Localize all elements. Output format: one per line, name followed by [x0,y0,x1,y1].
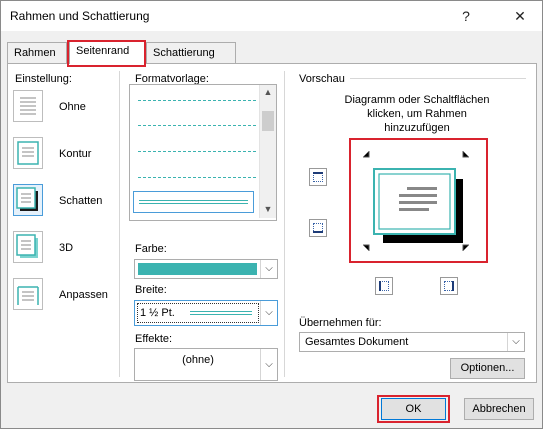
setting-kontur-icon[interactable] [13,137,43,169]
setting-anpassen-label[interactable]: Anpassen [59,289,108,301]
style-option[interactable] [138,151,256,152]
color-swatch [138,263,257,275]
close-icon[interactable]: ✕ [507,6,533,26]
tab-schattierung[interactable]: Schattierung [146,42,236,63]
setting-schatten-label[interactable]: Schatten [59,195,102,207]
tab-seitenrand[interactable]: Seitenrand [69,40,146,64]
width-value: 1 ½ Pt. [140,307,175,319]
preview-diagram[interactable] [351,139,487,263]
style-list[interactable]: ▲ ▼ [129,84,277,221]
effects-label: Effekte: [135,333,173,345]
scroll-up-icon[interactable]: ▲ [260,87,276,97]
chevron-down-icon[interactable]: ⌵ [260,260,277,278]
title-bar: Rahmen und Schattierung ? ✕ [1,1,542,31]
scroll-thumb[interactable] [262,111,274,131]
setting-3d-label[interactable]: 3D [59,242,73,254]
preview-instructions: Diagramm oder Schaltflächen klicken, um … [344,94,490,134]
top-border-icon[interactable] [309,168,327,186]
style-option-selected[interactable] [133,191,254,213]
dialog-title: Rahmen und Schattierung [10,9,150,23]
options-button[interactable]: Optionen... [450,358,525,379]
style-option[interactable] [138,125,256,126]
chevron-down-icon[interactable]: ⌵ [260,349,277,380]
scroll-down-icon[interactable]: ▼ [260,204,276,214]
effects-dropdown[interactable]: (ohne) ⌵ [134,348,278,381]
chevron-down-icon[interactable]: ⌵ [260,301,277,325]
width-dropdown[interactable]: 1 ½ Pt. ⌵ [134,300,278,326]
setting-schatten-icon[interactable] [13,184,43,216]
settings-heading: Einstellung: [15,73,72,85]
chevron-down-icon[interactable]: ⌵ [507,333,524,351]
right-border-icon[interactable] [440,277,458,295]
color-dropdown[interactable]: ⌵ [134,259,278,279]
preview-heading: Vorschau [299,73,345,85]
dialog-window: Rahmen und Schattierung ? ✕ Rahmen Seite… [0,0,543,429]
apply-value: Gesamtes Dokument [305,336,409,348]
left-border-icon[interactable] [375,277,393,295]
color-label: Farbe: [135,243,167,255]
setting-3d-icon[interactable] [13,231,43,263]
cancel-button[interactable]: Abbrechen [464,398,534,420]
setting-kontur-label[interactable]: Kontur [59,148,91,160]
tab-rahmen[interactable]: Rahmen [7,42,67,63]
apply-dropdown[interactable]: Gesamtes Dokument ⌵ [299,332,525,352]
style-option[interactable] [138,100,256,101]
setting-ohne-label[interactable]: Ohne [59,101,86,113]
apply-label: Übernehmen für: [299,317,382,329]
width-label: Breite: [135,284,167,296]
separator-right [284,71,285,377]
setting-ohne-icon[interactable] [13,90,43,122]
ok-button[interactable]: OK [381,398,446,420]
separator-left [119,71,120,377]
setting-anpassen-icon[interactable] [13,278,43,310]
style-scrollbar[interactable]: ▲ ▼ [259,85,276,218]
style-option[interactable] [138,177,256,178]
preview-rule [350,78,526,79]
bottom-border-icon[interactable] [309,219,327,237]
effects-value: (ohne) [182,354,214,366]
help-icon[interactable]: ? [453,6,479,26]
